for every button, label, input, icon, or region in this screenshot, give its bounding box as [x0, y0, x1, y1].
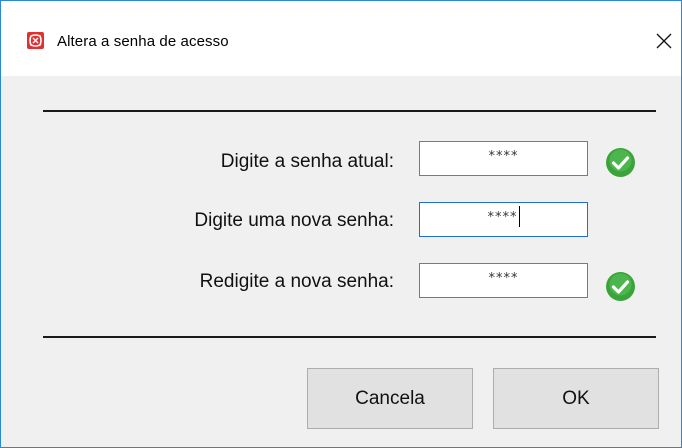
current-password-label: Digite a senha atual:	[220, 151, 394, 172]
current-password-value: ****	[488, 149, 519, 164]
ok-button[interactable]: OK	[493, 368, 659, 429]
top-separator	[43, 110, 656, 112]
current-password-field[interactable]: ****	[419, 141, 588, 176]
app-logo-icon	[27, 32, 44, 49]
new-password-label: Digite uma nova senha:	[194, 210, 394, 231]
confirm-password-label: Redigite a nova senha:	[199, 271, 394, 292]
confirm-password-value: ****	[488, 271, 519, 286]
dialog-window: Altera a senha de acesso Digite a senha …	[0, 0, 682, 448]
check-circle-icon	[606, 272, 635, 301]
new-password-value: ****	[487, 210, 518, 225]
bottom-separator	[43, 336, 656, 338]
confirm-password-field[interactable]: ****	[419, 263, 588, 298]
cancel-button[interactable]: Cancela	[307, 368, 473, 429]
window-title: Altera a senha de acesso	[57, 33, 229, 50]
new-password-field[interactable]: ****	[419, 202, 588, 237]
text-caret	[518, 205, 520, 227]
title-bar: Altera a senha de acesso	[1, 1, 681, 76]
close-icon[interactable]	[653, 30, 675, 52]
check-circle-icon	[606, 148, 635, 177]
